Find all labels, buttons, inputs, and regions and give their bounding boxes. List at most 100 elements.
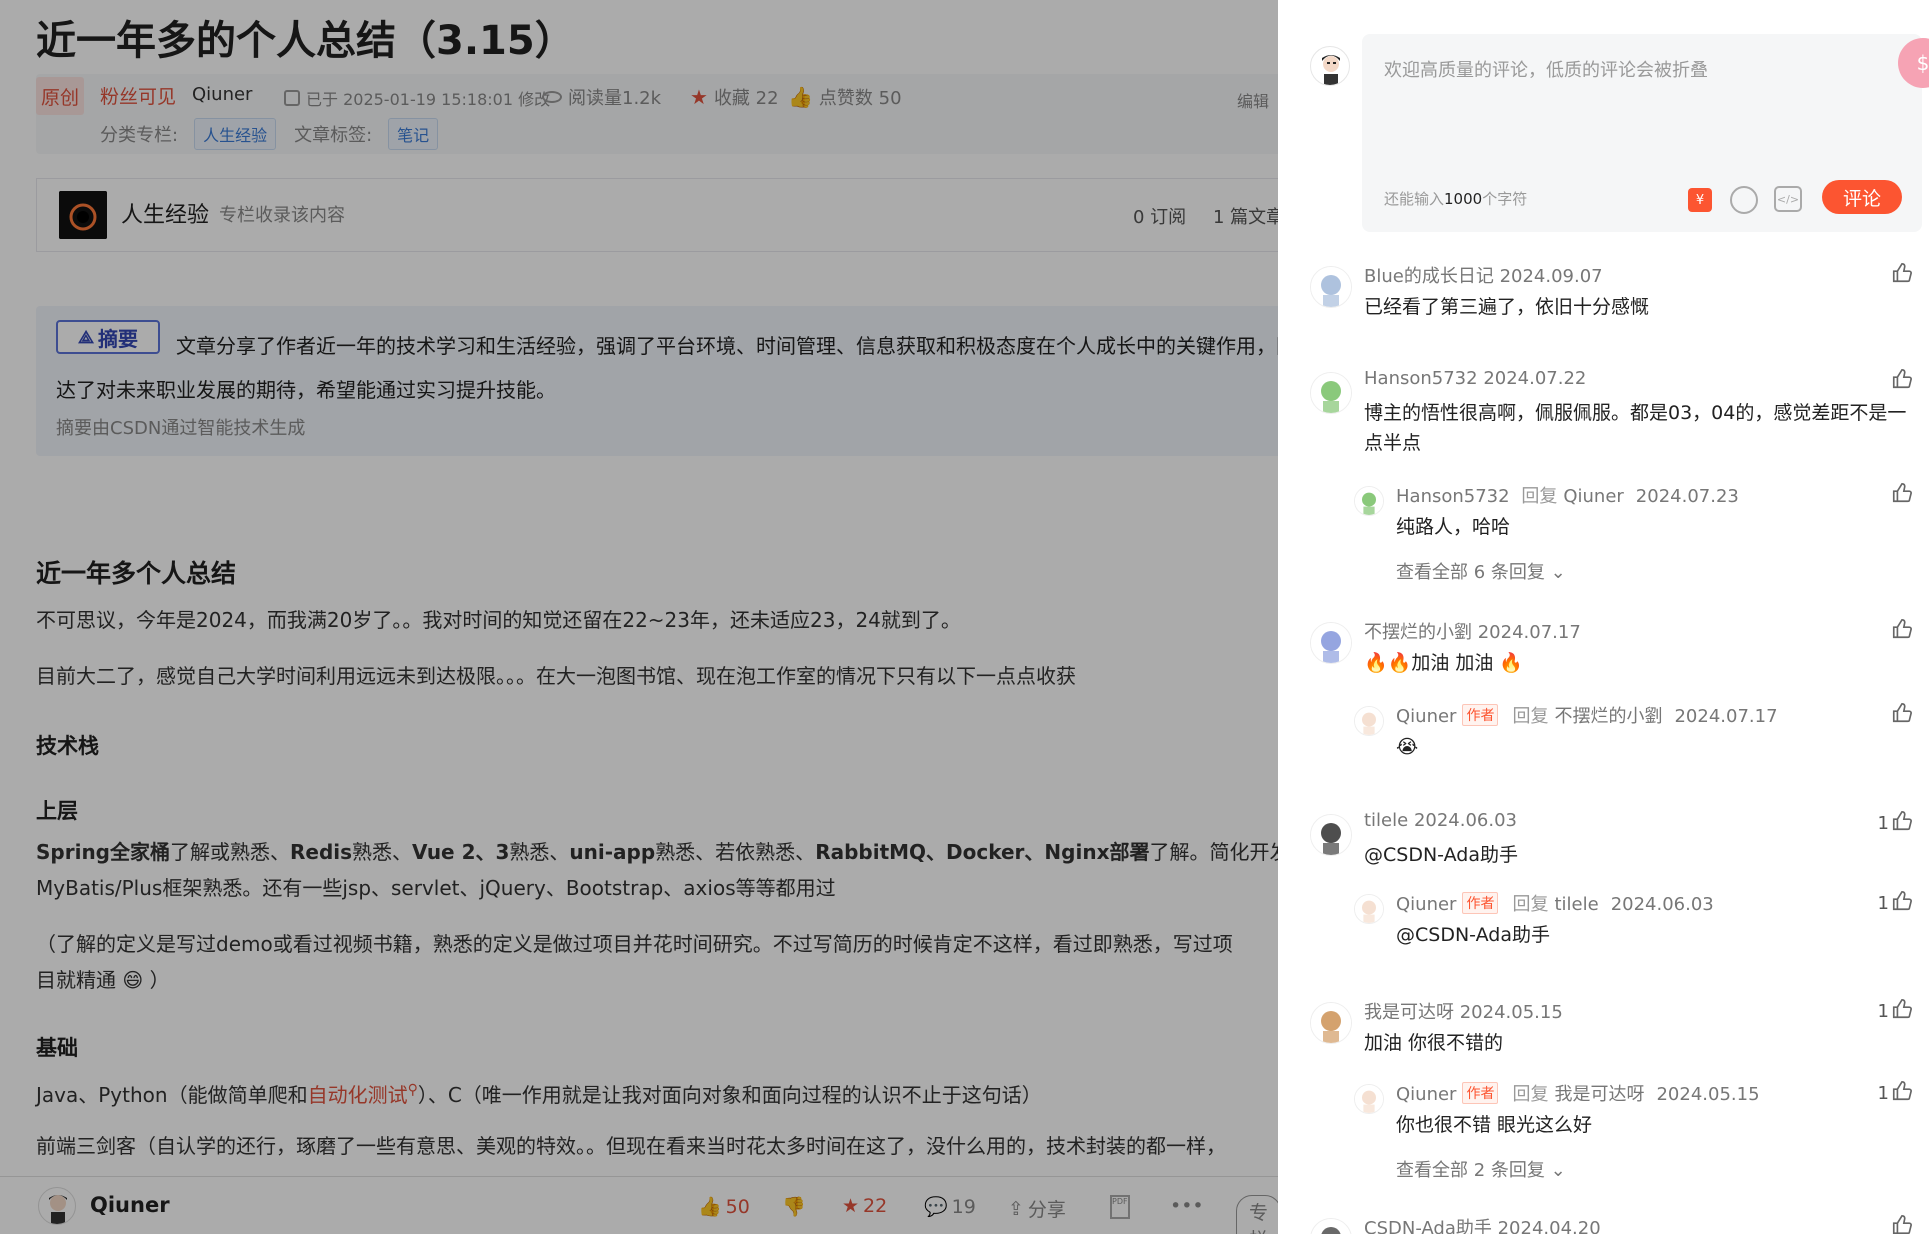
comment-date: 2024.06.03: [1413, 810, 1518, 831]
comment-date: 2024.07.17: [1477, 622, 1581, 643]
commenter-avatar[interactable]: [1310, 266, 1352, 308]
commenter-name[interactable]: 不摆烂的小劉: [1364, 622, 1472, 643]
comment-header: tilele 2024.06.03: [1364, 810, 1517, 831]
comment-header: CSDN-Ada助手 2024.04.20: [1364, 1214, 1601, 1234]
comment-header: 我是可达呀 2024.05.15: [1364, 998, 1563, 1024]
comment-text: @CSDN-Ada助手: [1396, 924, 1550, 946]
commenter-avatar[interactable]: [1310, 1218, 1352, 1234]
commenter-avatar[interactable]: [1354, 706, 1384, 736]
author-tag-badge: 作者: [1462, 892, 1499, 914]
comment-header: Hanson5732 回复 Qiuner 2024.07.23: [1396, 482, 1739, 508]
commenter-avatar[interactable]: [1310, 814, 1352, 856]
code-icon[interactable]: </>: [1774, 186, 1802, 212]
thumb-up-icon: [1892, 263, 1912, 283]
comment-header: Blue的成长日记 2024.09.07: [1364, 262, 1603, 288]
comment-like-button[interactable]: 1: [1878, 810, 1913, 837]
comment-like-button[interactable]: 1: [1878, 890, 1913, 917]
thumb-up-icon: [1891, 702, 1913, 729]
reply-target-name[interactable]: 我是可达呀: [1554, 1084, 1644, 1105]
comment-header: Hanson5732 2024.07.22: [1364, 368, 1586, 389]
comment-date: 2024.05.15: [1656, 1084, 1760, 1105]
thumb-up-icon: [1892, 891, 1912, 911]
comment-date: 2024.05.15: [1459, 1002, 1563, 1023]
comment-text: 😭: [1396, 736, 1419, 758]
thumb-up-icon: [1891, 998, 1913, 1025]
comment-date: 2024.07.22: [1483, 368, 1587, 389]
comment-date: 2024.06.03: [1610, 894, 1714, 915]
red-packet-icon[interactable]: ¥: [1688, 188, 1712, 212]
comment-like-count: 1: [1877, 813, 1889, 834]
comment-like-count: 1: [1877, 1083, 1889, 1104]
comment-text: 你也很不错 眼光这么好: [1396, 1114, 1593, 1136]
comment-like-button[interactable]: [1889, 262, 1913, 289]
view-all-replies-link[interactable]: 查看全部 6 条回复 ⌄: [1396, 558, 1566, 584]
thumb-up-icon: [1891, 1214, 1913, 1234]
thumb-up-icon: [1892, 1215, 1912, 1234]
comment-header: Qiuner 作者 回复 我是可达呀 2024.05.15: [1396, 1080, 1760, 1106]
modal-overlay[interactable]: [0, 0, 1278, 1234]
comment-input[interactable]: 欢迎高质量的评论，低质的评论会被折叠: [1384, 56, 1708, 82]
thumb-up-icon: [1891, 262, 1913, 289]
comment-text: 加油 你很不错的: [1364, 1032, 1504, 1054]
commenter-name[interactable]: Qiuner: [1396, 706, 1456, 727]
comment-editor[interactable]: 欢迎高质量的评论，低质的评论会被折叠 还能输入1000个字符 ¥ </> 评论: [1362, 34, 1922, 232]
comment-like-button[interactable]: [1889, 618, 1913, 645]
reply-target-name[interactable]: tilele: [1554, 894, 1598, 915]
commenter-avatar[interactable]: [1354, 894, 1384, 924]
commenter-name[interactable]: Blue的成长日记: [1364, 266, 1494, 287]
commenter-avatar[interactable]: [1310, 622, 1352, 664]
comments-panel: 欢迎高质量的评论，低质的评论会被折叠 还能输入1000个字符 ¥ </> 评论 …: [1278, 0, 1929, 1234]
thumb-up-icon: [1891, 890, 1913, 917]
comment-header: 不摆烂的小劉 2024.07.17: [1364, 618, 1581, 644]
comment-like-button[interactable]: 1: [1878, 1080, 1913, 1107]
author-tag-badge: 作者: [1462, 704, 1499, 726]
view-all-replies-link[interactable]: 查看全部 2 条回复 ⌄: [1396, 1156, 1566, 1182]
comment-like-button[interactable]: [1889, 368, 1913, 395]
comment-date: 2024.09.07: [1499, 266, 1603, 287]
comment-text: 🔥🔥加油 加油 🔥: [1364, 652, 1524, 674]
my-avatar: [1310, 46, 1350, 86]
comment-like-count: 1: [1877, 893, 1889, 914]
comment-date: 2024.07.17: [1674, 706, 1778, 727]
commenter-avatar[interactable]: [1354, 1084, 1384, 1114]
thumb-up-icon: [1891, 618, 1913, 645]
comment-text: 纯路人，哈哈: [1396, 516, 1511, 538]
commenter-avatar[interactable]: [1310, 372, 1352, 414]
comment-date: 2024.07.23: [1635, 486, 1739, 507]
commenter-name[interactable]: Hanson5732: [1364, 368, 1478, 389]
commenter-name[interactable]: 我是可达呀: [1364, 1002, 1454, 1023]
commenter-avatar[interactable]: [1310, 1002, 1352, 1044]
char-remaining: 还能输入1000个字符: [1384, 190, 1528, 208]
thumb-up-icon: [1891, 368, 1913, 395]
comment-header: Qiuner 作者 回复 tilele 2024.06.03: [1396, 890, 1714, 916]
comment-header: Qiuner 作者 回复 不摆烂的小劉 2024.07.17: [1396, 702, 1778, 728]
comment-text: @CSDN-Ada助手: [1364, 844, 1518, 866]
comment-like-button[interactable]: 1: [1878, 998, 1913, 1025]
comment-like-button[interactable]: [1889, 482, 1913, 509]
comment-text: 已经看了第三遍了，依旧十分感慨: [1364, 296, 1650, 318]
reply-label: 回复: [1512, 1084, 1549, 1105]
comment-like-button[interactable]: [1889, 1214, 1913, 1234]
thumb-up-icon: [1892, 619, 1912, 639]
author-tag-badge: 作者: [1462, 1082, 1499, 1104]
commenter-name[interactable]: Qiuner: [1396, 894, 1456, 915]
thumb-up-icon: [1892, 811, 1912, 831]
comment-like-button[interactable]: [1889, 702, 1913, 729]
emoji-icon[interactable]: [1730, 186, 1758, 214]
reply-target-name[interactable]: 不摆烂的小劉: [1554, 706, 1662, 727]
thumb-up-icon: [1891, 810, 1913, 837]
commenter-name[interactable]: CSDN-Ada助手: [1364, 1218, 1492, 1234]
commenter-name[interactable]: Hanson5732: [1396, 486, 1510, 507]
thumb-up-icon: [1891, 1080, 1913, 1107]
commenter-name[interactable]: tilele: [1364, 810, 1408, 831]
commenter-name[interactable]: Qiuner: [1396, 1084, 1456, 1105]
thumb-up-icon: [1892, 369, 1912, 389]
thumb-up-icon: [1892, 483, 1912, 503]
thumb-up-icon: [1892, 703, 1912, 723]
thumb-up-icon: [1892, 999, 1912, 1019]
reply-target-name[interactable]: Qiuner: [1563, 486, 1623, 507]
comment-like-count: 1: [1877, 1001, 1889, 1022]
commenter-avatar[interactable]: [1354, 486, 1384, 516]
thumb-up-icon: [1892, 1081, 1912, 1101]
submit-comment-button[interactable]: 评论: [1822, 180, 1902, 214]
